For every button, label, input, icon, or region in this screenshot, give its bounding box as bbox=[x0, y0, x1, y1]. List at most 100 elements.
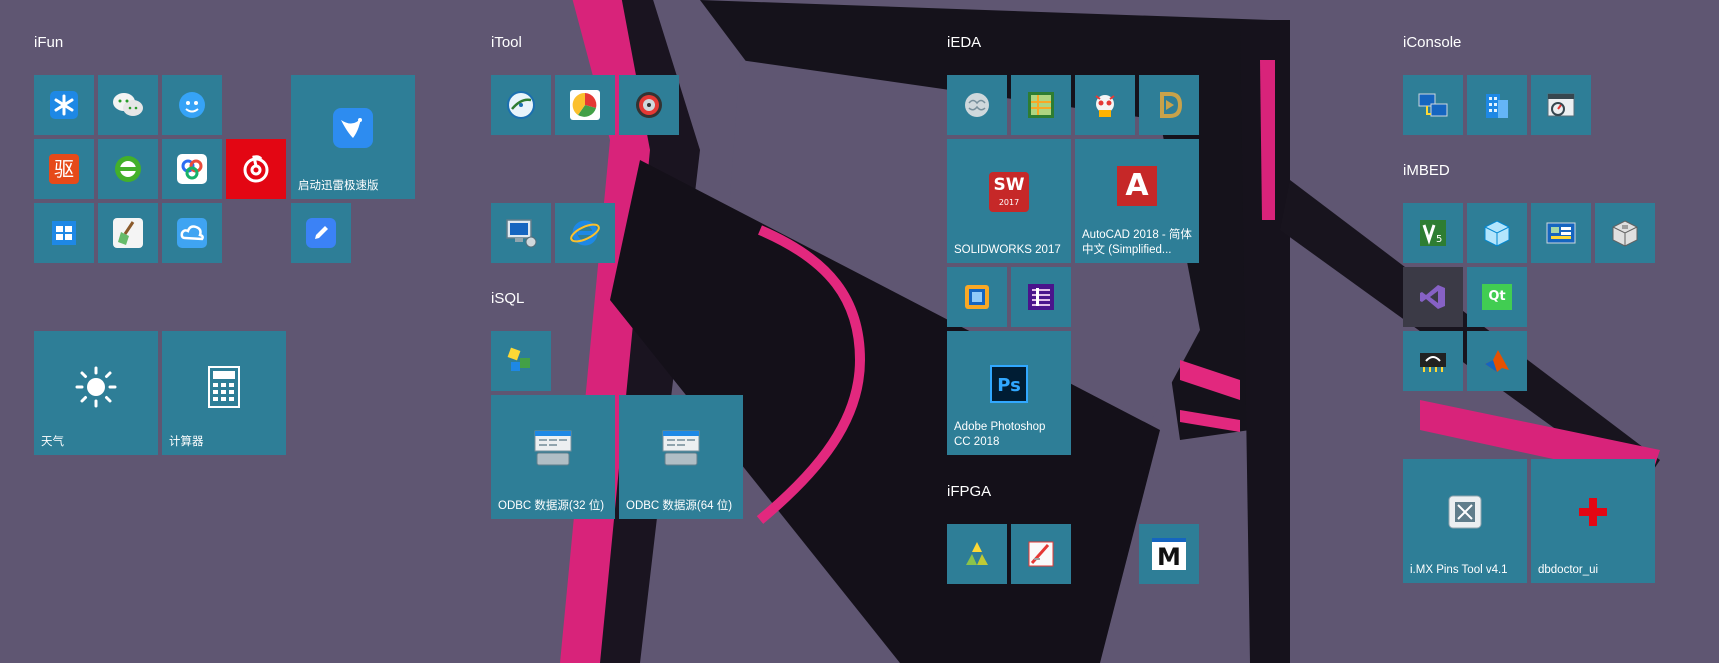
m-glyph: M bbox=[1152, 538, 1186, 571]
tile-label: dbdoctor_ui bbox=[1538, 564, 1599, 576]
tile-eda-brain[interactable] bbox=[947, 75, 1007, 135]
tile-chip-tool[interactable] bbox=[1403, 331, 1463, 391]
group-title-ieda: iEDA bbox=[947, 34, 982, 51]
vivado-icon bbox=[962, 539, 992, 569]
ie-icon bbox=[569, 218, 601, 248]
tile-internet-explorer[interactable] bbox=[555, 203, 615, 263]
odbc-icon bbox=[533, 429, 573, 467]
disk-icon bbox=[506, 90, 536, 120]
d-logo-icon bbox=[1154, 90, 1184, 120]
qq-icon bbox=[177, 90, 207, 120]
tile-vs-v5[interactable]: 5 bbox=[1403, 203, 1463, 263]
red-cross-icon bbox=[1576, 495, 1610, 529]
tile-3d-cube[interactable] bbox=[1467, 203, 1527, 263]
robot-icon bbox=[1090, 90, 1120, 120]
tile-photoshop[interactable]: Ps Adobe Photoshop CC 2018 bbox=[947, 331, 1071, 455]
board-icon bbox=[1545, 218, 1577, 248]
tile-label: 启动迅雷极速版 bbox=[298, 180, 379, 192]
tile-label: AutoCAD 2018 - 简体中文 (Simplified... bbox=[1082, 229, 1192, 256]
tile-note[interactable] bbox=[291, 203, 351, 263]
tile-calculator[interactable]: 计算器 bbox=[162, 331, 286, 455]
tile-wechat[interactable] bbox=[98, 75, 158, 135]
ps-glyph: Ps bbox=[990, 365, 1028, 404]
puzzle-icon bbox=[506, 346, 536, 376]
tile-cleaner[interactable] bbox=[98, 203, 158, 263]
baidu-cloud-icon bbox=[177, 154, 207, 184]
tile-thunder[interactable]: 启动迅雷极速版 bbox=[291, 75, 415, 199]
monitor-icon bbox=[505, 218, 537, 248]
tile-driver[interactable]: 驱 bbox=[34, 139, 94, 199]
ie-green-icon bbox=[113, 154, 143, 184]
chip-icon bbox=[1417, 347, 1449, 375]
tile-360-browser[interactable] bbox=[98, 139, 158, 199]
tile-cube-tool[interactable] bbox=[1595, 203, 1655, 263]
group-title-ifpga: iFPGA bbox=[947, 483, 992, 500]
tile-network-console[interactable] bbox=[1403, 75, 1463, 135]
tile-star-app[interactable] bbox=[34, 75, 94, 135]
pie-chart-icon bbox=[570, 90, 600, 120]
tile-server-console[interactable] bbox=[1467, 75, 1527, 135]
tile-vivado[interactable] bbox=[947, 524, 1007, 584]
driver-glyph: 驱 bbox=[49, 154, 79, 184]
sw-glyph: SW bbox=[993, 175, 1025, 196]
sun-icon bbox=[74, 365, 118, 409]
tile-eda-robot[interactable] bbox=[1075, 75, 1135, 135]
v5-icon: 5 bbox=[1418, 218, 1448, 248]
tile-label: i.MX Pins Tool v4.1 bbox=[1410, 564, 1508, 576]
pins-tool-icon bbox=[1446, 493, 1484, 531]
tile-modelsim[interactable]: M bbox=[1139, 524, 1199, 584]
pcb-icon bbox=[1026, 90, 1056, 120]
tile-label: 计算器 bbox=[169, 436, 204, 448]
equalizer-icon bbox=[1026, 282, 1056, 312]
star-icon bbox=[50, 91, 78, 119]
tile-visual-studio[interactable] bbox=[1403, 267, 1463, 327]
tile-matlab[interactable] bbox=[1467, 331, 1527, 391]
driver-icon: 驱 bbox=[49, 154, 79, 184]
tile-qt[interactable]: Qt bbox=[1467, 267, 1527, 327]
disc-icon bbox=[634, 90, 664, 120]
photoshop-icon: Ps bbox=[990, 365, 1028, 404]
group-title-iconsole: iConsole bbox=[1403, 34, 1462, 51]
pencil-icon bbox=[306, 218, 336, 248]
store-icon bbox=[49, 218, 79, 248]
tile-netease-music[interactable] bbox=[226, 139, 286, 199]
music-icon bbox=[241, 154, 271, 184]
tile-imx-pins[interactable]: i.MX Pins Tool v4.1 bbox=[1403, 459, 1527, 583]
sw-year-glyph: 2017 bbox=[998, 198, 1020, 208]
tile-remote-desktop[interactable] bbox=[491, 203, 551, 263]
tile-dbdoctor[interactable]: dbdoctor_ui bbox=[1531, 459, 1655, 583]
tile-label: 天气 bbox=[41, 436, 64, 448]
tile-windows-store[interactable] bbox=[34, 203, 94, 263]
tile-eda-equalizer[interactable] bbox=[1011, 267, 1071, 327]
autocad-icon: A bbox=[1117, 166, 1157, 207]
tile-weather[interactable]: 天气 bbox=[34, 331, 158, 455]
editor-icon bbox=[1026, 539, 1056, 569]
tile-cloud-sync[interactable] bbox=[162, 203, 222, 263]
autocad-glyph: A bbox=[1117, 166, 1157, 207]
tile-solidworks[interactable]: SW 2017 SOLIDWORKS 2017 bbox=[947, 139, 1071, 263]
wechat-icon bbox=[112, 91, 144, 119]
tile-label: Adobe Photoshop CC 2018 bbox=[954, 421, 1046, 448]
tile-autocad[interactable]: A AutoCAD 2018 - 简体中文 (Simplified... bbox=[1075, 139, 1199, 263]
tile-eda-d[interactable] bbox=[1139, 75, 1199, 135]
tile-disk-tool[interactable] bbox=[491, 75, 551, 135]
group-title-ifun: iFun bbox=[34, 34, 64, 51]
tile-disc-burner[interactable] bbox=[619, 75, 679, 135]
gauge-window-icon bbox=[1546, 90, 1576, 120]
brain-icon bbox=[962, 90, 992, 120]
tile-chart-tool[interactable] bbox=[555, 75, 615, 135]
tile-board-tool[interactable] bbox=[1531, 203, 1591, 263]
tile-pcb-layout[interactable] bbox=[1011, 75, 1071, 135]
tile-odbc-64[interactable]: ODBC 数据源(64 位) bbox=[619, 395, 743, 519]
tile-baidu-netdisk[interactable] bbox=[162, 139, 222, 199]
visual-studio-icon bbox=[1418, 282, 1448, 312]
tile-sql-tool[interactable] bbox=[491, 331, 551, 391]
m-logo-icon: M bbox=[1152, 538, 1186, 571]
network-computer-icon bbox=[1417, 90, 1449, 120]
cube-icon bbox=[1482, 218, 1512, 248]
tile-eda-window[interactable] bbox=[947, 267, 1007, 327]
tile-odbc-32[interactable]: ODBC 数据源(32 位) bbox=[491, 395, 615, 519]
tile-qq-browser[interactable] bbox=[162, 75, 222, 135]
tile-fpga-editor[interactable] bbox=[1011, 524, 1071, 584]
tile-perf-console[interactable] bbox=[1531, 75, 1591, 135]
